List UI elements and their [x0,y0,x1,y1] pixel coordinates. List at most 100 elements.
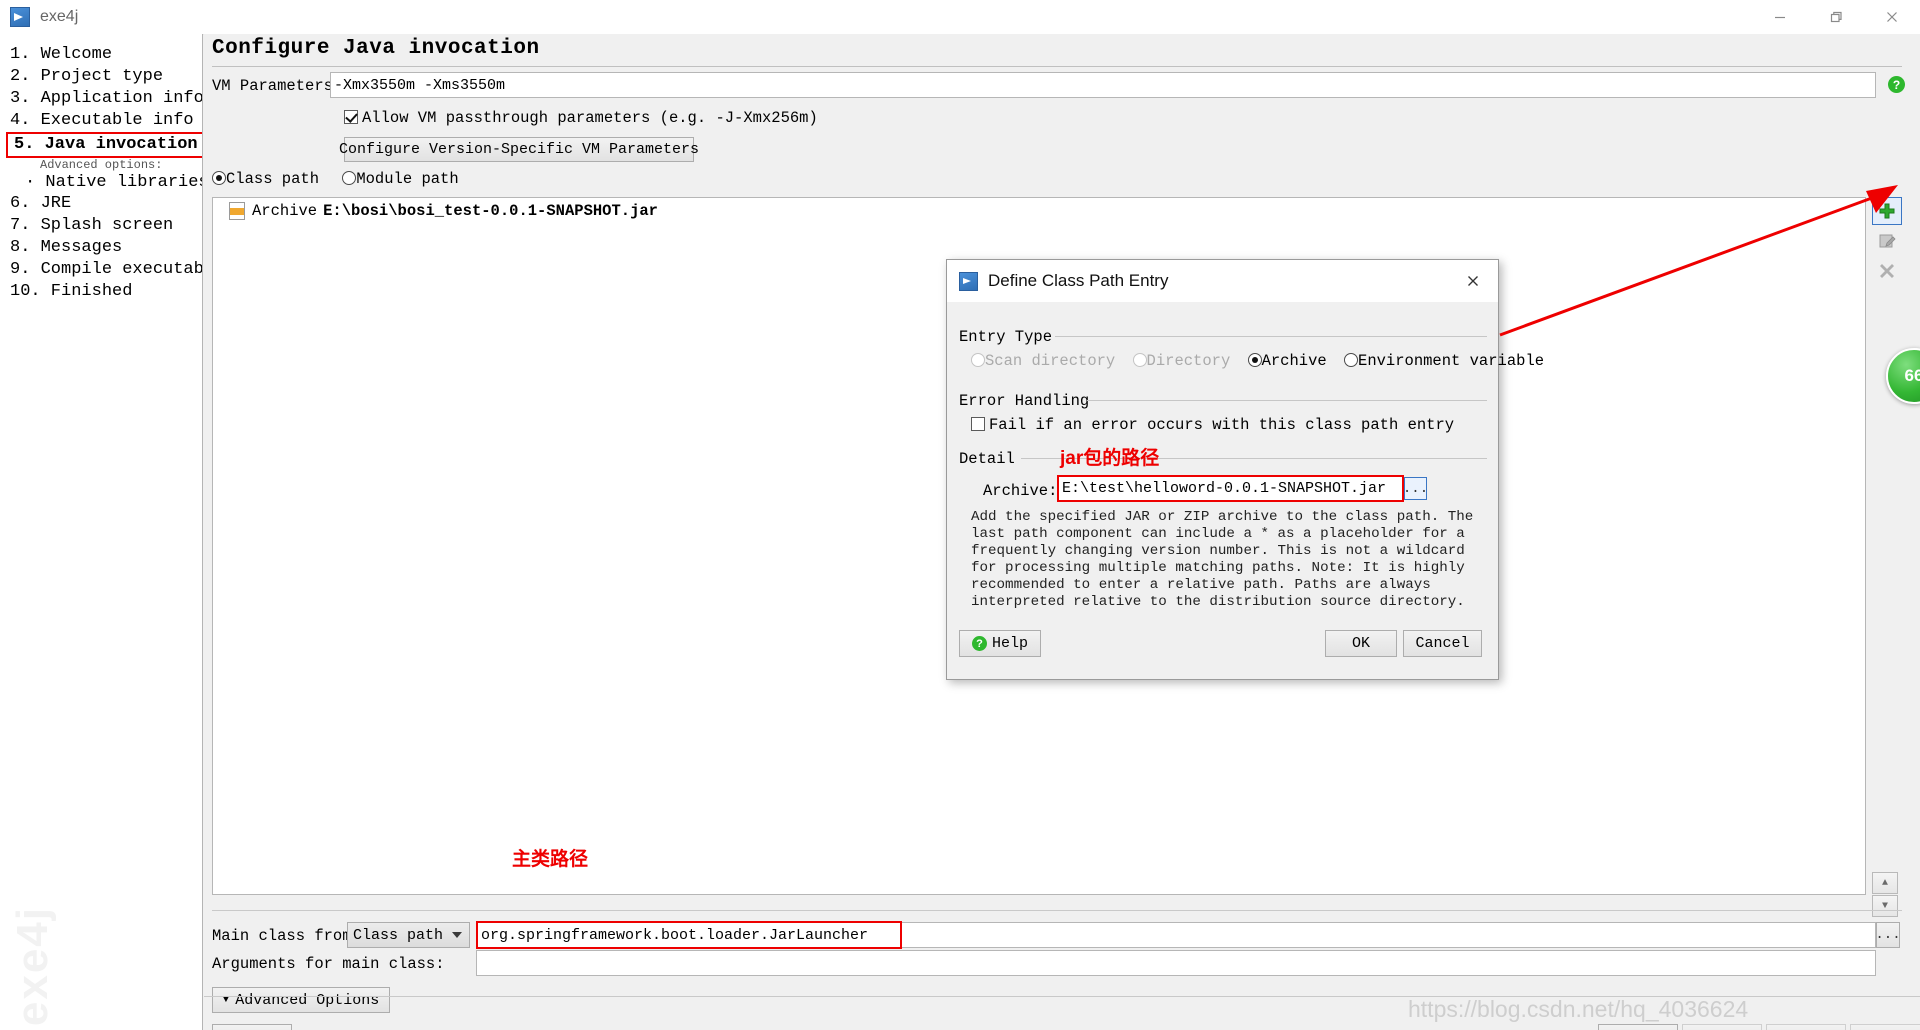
allow-passthrough-label: Allow VM passthrough parameters (e.g. -J… [362,109,818,127]
finish-button[interactable]: Finish [1766,1024,1846,1030]
add-entry-button[interactable] [1872,197,1902,225]
close-icon[interactable] [1864,0,1920,34]
dialog-ok-button[interactable]: OK [1325,630,1397,657]
error-handling-rule [1087,400,1487,401]
next-button[interactable]: Next ▶ [1682,1024,1762,1030]
module-path-label: Module path [356,170,459,188]
dialog-titlebar: Define Class Path Entry [947,260,1498,302]
main-class-from-select[interactable]: Class path [347,922,470,948]
fail-on-error-label: Fail if an error occurs with this class … [989,416,1455,434]
exe4j-wizard-window: exe4j 1. Welcome 2. Project type 3. Appl… [0,0,1920,1030]
main-class-input[interactable]: org.springframework.boot.loader.JarLaunc… [476,921,902,949]
advanced-options-button[interactable]: ▼ Advanced Options [212,987,390,1013]
sidebar-item-native-libraries[interactable]: · Native libraries [0,173,202,193]
class-path-label: Class path [226,170,320,188]
configure-version-specific-vm-parameters-button[interactable]: Configure Version-Specific VM Parameters [339,137,699,162]
sidebar-item-project-type[interactable]: 2. Project type [0,66,202,88]
exe4j-brand-watermark: exe4j [8,905,57,1026]
archive-description-line-5: recommended to enter a relative path. Pa… [971,577,1431,593]
window-titlebar: exe4j [0,0,1920,35]
sidebar-item-welcome[interactable]: 1. Welcome [0,44,202,66]
sidebar-item-jre[interactable]: 6. JRE [0,193,202,215]
minimize-icon[interactable] [1752,0,1808,34]
allow-passthrough-checkbox[interactable] [344,110,358,124]
dialog-help-button[interactable]: ? Help [959,630,1041,657]
help-circle-icon[interactable]: ? [1888,76,1905,93]
window-title: exe4j [40,8,79,25]
archive-radio[interactable] [1247,353,1262,367]
cancel-button[interactable]: Cancel [1850,1024,1920,1030]
main-class-input-tail[interactable] [902,922,1876,948]
back-button[interactable]: ◀ Back [1598,1024,1678,1030]
archive-description-line-6: interpreted relative to the distribution… [971,594,1465,610]
path-mode-radio-group: Class path Module path [212,170,459,188]
entry-path-label: E:\bosi\bosi_test-0.0.1-SNAPSHOT.jar [323,202,658,220]
class-path-toolbar [1872,197,1906,895]
allow-passthrough-row[interactable]: Allow VM passthrough parameters (e.g. -J… [344,109,818,127]
help-button[interactable]: ? Help [212,1024,292,1030]
arguments-input[interactable] [476,950,1876,976]
entry-kind-label: Archive [252,202,318,220]
sidebar-item-splash-screen[interactable]: 7. Splash screen [0,215,202,237]
fail-on-error-row[interactable]: Fail if an error occurs with this class … [971,416,1454,434]
archive-path-input[interactable]: E:\test\helloword-0.0.1-SNAPSHOT.jar [1057,475,1404,502]
directory-label: Directory [1146,352,1231,370]
environment-variable-label: Environment variable [1358,352,1545,370]
entry-type-rule [1055,336,1487,337]
dialog-close-icon[interactable] [1456,266,1490,296]
archive-browse-button[interactable]: ... [1403,477,1428,500]
chevron-down-icon [452,932,462,938]
scan-directory-label: Scan directory [985,352,1116,370]
window-controls [1752,0,1920,34]
sidebar-item-compile-executable[interactable]: 9. Compile executable [0,259,202,281]
chevron-up-icon[interactable]: ▲ [1872,872,1898,894]
edit-icon [1879,234,1896,248]
class-path-radio-option[interactable]: Class path [212,170,319,188]
exe4j-icon [959,271,978,291]
fail-on-error-checkbox[interactable] [971,417,985,431]
vm-parameters-label: VM Parameters: [212,77,343,95]
main-class-from-value: Class path [353,926,444,944]
entry-type-environment-variable-option[interactable]: Environment variable [1344,352,1544,370]
sidebar-item-application-info[interactable]: 3. Application info [0,88,202,110]
sidebar-item-executable-info[interactable]: 4. Executable info [0,110,202,132]
arguments-label: Arguments for main class: [212,955,445,973]
entry-type-archive-option[interactable]: Archive [1247,352,1327,370]
wizard-step-sidebar: 1. Welcome 2. Project type 3. Applicatio… [0,34,203,1030]
annotation-main-class-path: 主类路径 [512,849,589,870]
dialog-body: Entry Type Scan directory Directory Arch… [947,302,1544,681]
remove-icon [1880,264,1894,278]
directory-radio [1132,353,1147,367]
entry-type-legend: Entry Type [959,328,1059,346]
sidebar-item-messages[interactable]: 8. Messages [0,237,202,259]
class-path-radio[interactable] [212,171,226,185]
main-class-browse-button[interactable]: ... [1875,922,1901,948]
module-path-radio-option[interactable]: Module path [342,170,459,188]
dialog-title: Define Class Path Entry [988,271,1169,290]
archive-description-line-2: last path component can include a * as a… [971,526,1465,542]
list-scroll-arrows: ▲ ▼ [1872,872,1900,918]
entry-type-scan-directory-option: Scan directory [971,352,1115,370]
module-path-radio[interactable] [342,171,357,185]
archive-description-line-1: Add the specified JAR or ZIP archive to … [971,509,1474,525]
edit-entry-button[interactable] [1872,227,1902,255]
exe4j-icon [10,7,30,27]
archive-field-label: Archive: [983,482,1058,500]
dialog-cancel-button[interactable]: Cancel [1403,630,1482,657]
advanced-options-label: Advanced Options [235,991,380,1009]
class-path-entry-row[interactable]: Archive E:\bosi\bosi_test-0.0.1-SNAPSHOT… [213,198,1865,220]
archive-label: Archive [1261,352,1327,370]
list-bottom-divider [212,910,1902,911]
main-class-from-label: Main class from [212,927,352,945]
sidebar-item-java-invocation[interactable]: 5. Java invocation [6,132,202,158]
define-class-path-entry-dialog: Define Class Path Entry Entry Type Scan … [946,259,1544,681]
chevron-down-icon[interactable]: ▼ [1872,895,1898,917]
restore-icon[interactable] [1808,0,1864,34]
entry-type-radio-group: Scan directory Directory Archive Environ… [971,352,1544,370]
vm-parameters-input[interactable]: -Xmx3550m -Xms3550m [330,72,1876,98]
sidebar-item-finished[interactable]: 10. Finished [0,281,202,303]
remove-entry-button[interactable] [1872,257,1902,285]
environment-variable-radio[interactable] [1344,353,1359,367]
annotation-jar-path: jar包的路径 [1060,448,1160,469]
dialog-help-label: Help [991,635,1028,652]
